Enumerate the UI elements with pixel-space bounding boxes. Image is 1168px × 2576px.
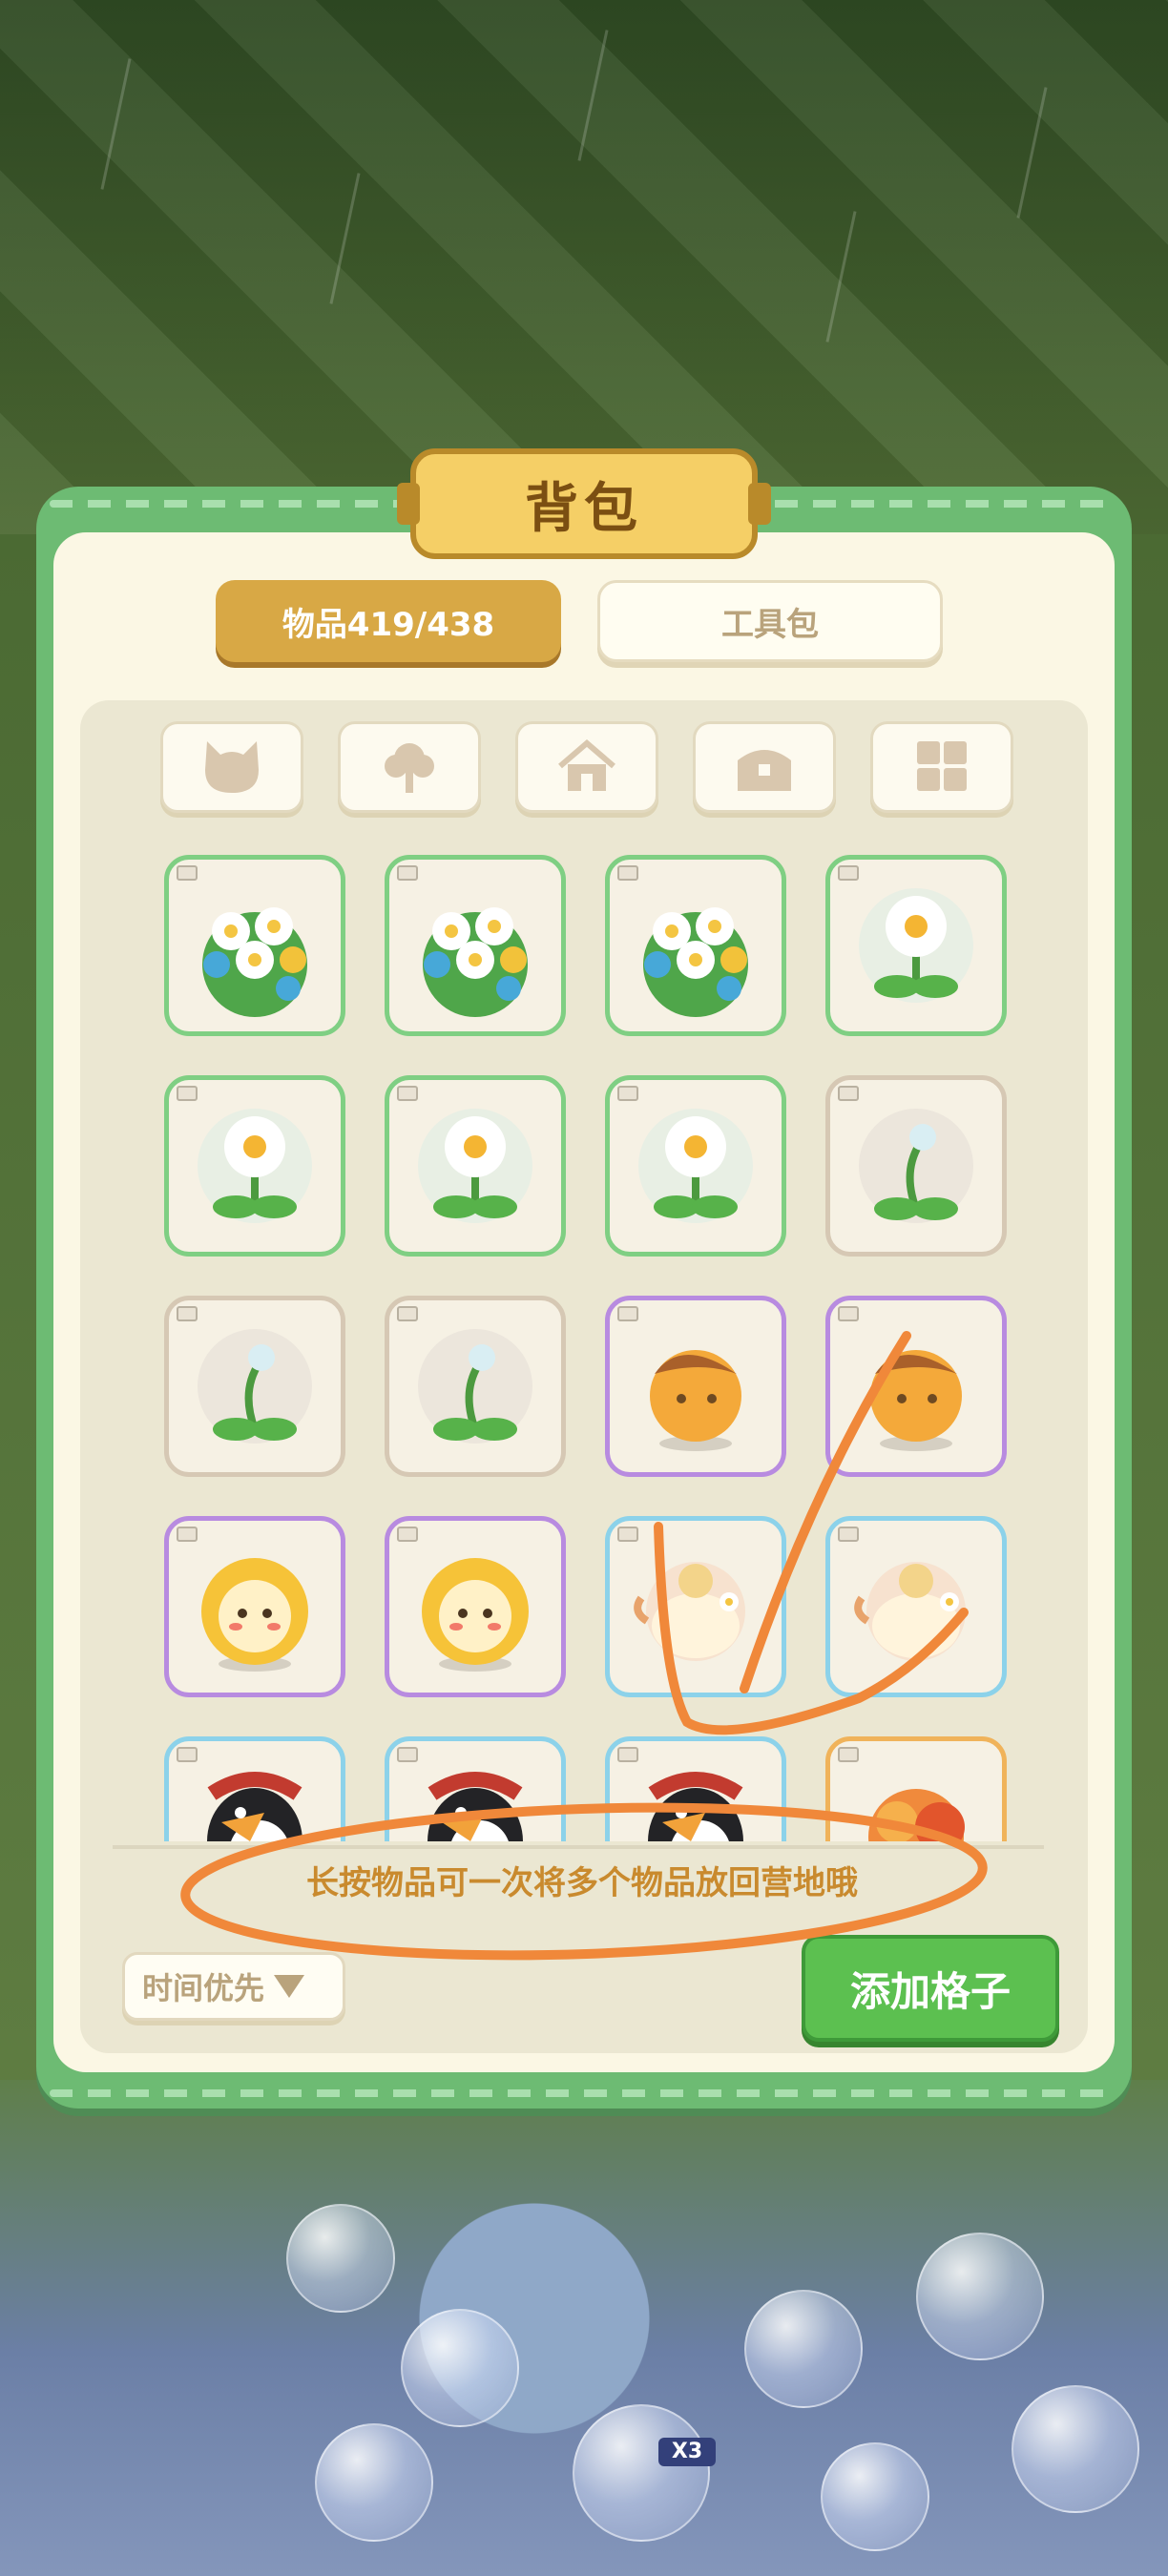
inventory-slot[interactable] <box>164 1075 345 1257</box>
add-slot-button[interactable]: 添加格子 <box>802 1935 1059 2042</box>
inventory-slot[interactable] <box>385 1075 566 1257</box>
inventory-slot[interactable] <box>385 1516 566 1697</box>
inventory-slot[interactable] <box>605 1296 786 1477</box>
filter-buildings-button[interactable] <box>515 721 658 813</box>
daisy-icon <box>859 888 973 1003</box>
inventory-slot[interactable] <box>825 1736 1007 1841</box>
inventory-slot[interactable] <box>825 1296 1007 1477</box>
sprout-bud-icon <box>859 1109 973 1223</box>
tab-toolkit[interactable]: 工具包 <box>597 580 943 662</box>
bubble[interactable] <box>1012 2385 1139 2513</box>
bubble[interactable] <box>401 2309 519 2427</box>
penguin-icon <box>428 1772 523 1841</box>
inventory-slot[interactable] <box>605 1075 786 1257</box>
bubble-multiplier-badge: X3 <box>658 2438 716 2466</box>
sprout-bud-icon <box>198 1329 312 1444</box>
inventory-slot[interactable] <box>164 1516 345 1697</box>
teapot-fairy-icon <box>634 1562 745 1661</box>
fox-ball-icon <box>870 1350 962 1451</box>
filter-all-button[interactable] <box>870 721 1013 813</box>
tree-icon <box>385 743 434 793</box>
inventory-slot[interactable] <box>385 1736 566 1841</box>
house-icon <box>558 739 615 791</box>
grid-icon <box>917 741 967 791</box>
filter-creatures-button[interactable] <box>160 721 303 813</box>
filter-plants-button[interactable] <box>338 721 481 813</box>
flower-bouquet-icon <box>423 907 528 1017</box>
hint-text: 长按物品可一次将多个物品放回营地哦 <box>306 1864 858 1902</box>
inventory-slot[interactable] <box>385 855 566 1036</box>
dropdown-arrow-icon <box>274 1975 305 1998</box>
sort-label: 时间优先 <box>142 1970 265 2006</box>
daisy-icon <box>198 1109 312 1223</box>
inventory-slot[interactable] <box>385 1296 566 1477</box>
lion-ball-icon <box>422 1558 529 1672</box>
bubble[interactable] <box>573 2404 710 2542</box>
divider <box>113 1845 1044 1849</box>
item-grid <box>143 840 1021 1841</box>
inventory-slot[interactable] <box>825 1075 1007 1257</box>
penguin-icon <box>648 1772 743 1841</box>
penguin-icon <box>207 1772 302 1841</box>
chest-icon <box>738 750 791 791</box>
sprout-bud-icon <box>418 1329 532 1444</box>
inventory-slot[interactable] <box>164 855 345 1036</box>
bubble[interactable] <box>821 2442 929 2551</box>
daisy-icon <box>638 1109 753 1223</box>
fire-creature-icon <box>868 1789 965 1841</box>
daisy-icon <box>418 1109 532 1223</box>
inventory-slot[interactable] <box>164 1296 345 1477</box>
sort-dropdown[interactable]: 时间优先 <box>122 1952 345 2021</box>
inventory-slot[interactable] <box>605 1516 786 1697</box>
panel-title: 背包 <box>397 448 771 559</box>
tab-items[interactable]: 物品419/438 <box>216 580 561 662</box>
flower-bouquet-icon <box>643 907 748 1017</box>
bubble[interactable] <box>315 2423 433 2542</box>
teapot-fairy-icon <box>854 1562 966 1661</box>
filter-chests-button[interactable] <box>693 721 836 813</box>
flower-bouquet-icon <box>202 907 307 1017</box>
inventory-slot[interactable] <box>825 1516 1007 1697</box>
inventory-slot[interactable] <box>164 1736 345 1841</box>
lion-ball-icon <box>201 1558 308 1672</box>
inventory-slot[interactable] <box>825 855 1007 1036</box>
bubble[interactable] <box>286 2204 395 2313</box>
cat-icon <box>205 741 259 793</box>
bubble[interactable] <box>916 2233 1044 2360</box>
inventory-slot[interactable] <box>605 855 786 1036</box>
bubble[interactable] <box>744 2290 863 2408</box>
inventory-slot[interactable] <box>605 1736 786 1841</box>
fox-ball-icon <box>650 1350 741 1451</box>
